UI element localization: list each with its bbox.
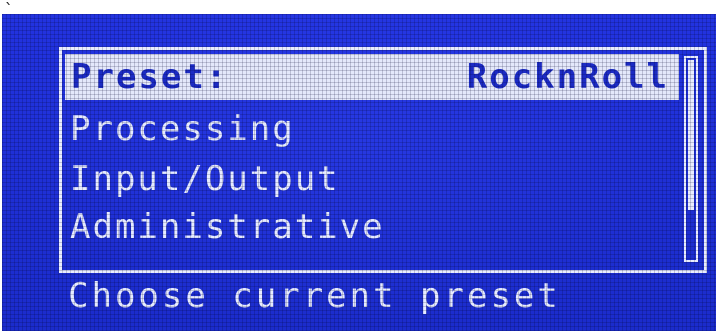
menu-item-preset[interactable]: Preset: RocknRoll (65, 54, 679, 100)
menu-frame: Preset: RocknRoll Processing Input/Outpu… (59, 47, 707, 273)
menu-item-label: Processing (70, 109, 295, 149)
menu-item-administrative[interactable]: Administrative (70, 204, 385, 250)
scrollbar-thumb[interactable] (688, 60, 694, 210)
preset-value: RocknRoll (466, 57, 669, 97)
menu-item-label: Input/Output (70, 159, 340, 199)
preset-label: Preset: (71, 57, 229, 97)
lcd-screen: Preset: RocknRoll Processing Input/Outpu… (2, 14, 716, 331)
menu-item-processing[interactable]: Processing (70, 106, 295, 152)
menu-item-label: Administrative (70, 207, 385, 247)
menu-scrollbar[interactable] (684, 56, 698, 262)
status-hint: Choose current preset (68, 276, 561, 316)
lcd-photo: ` Preset: RocknRoll Processing Input/Out… (0, 0, 718, 331)
menu-item-input-output[interactable]: Input/Output (70, 156, 340, 202)
